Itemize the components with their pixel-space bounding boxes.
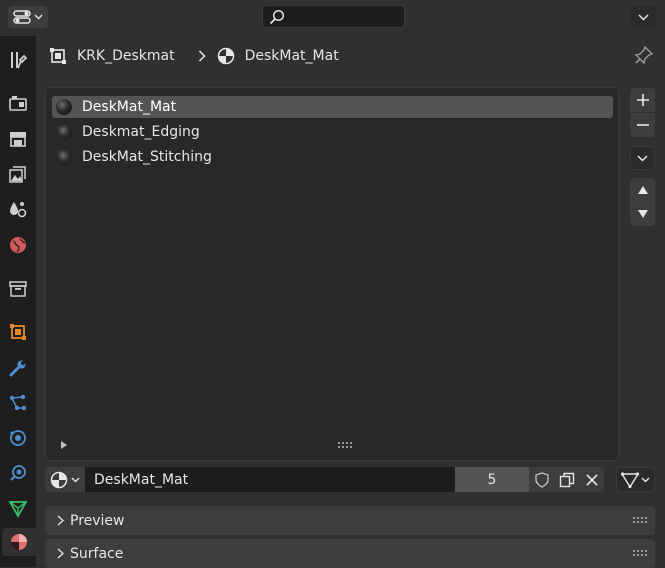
properties-tab-bar (0, 36, 36, 567)
minus-icon (636, 124, 649, 126)
render-icon (9, 96, 27, 111)
chevron-down-icon (71, 477, 80, 482)
mesh-data-icon (8, 501, 28, 518)
tab-output[interactable] (4, 125, 32, 153)
material-preview-icon (56, 99, 72, 115)
shield-icon (534, 471, 549, 488)
tab-collection[interactable] (4, 275, 32, 303)
move-slot-down-button[interactable] (630, 202, 655, 226)
list-item[interactable]: DeskMat_Stitching (52, 146, 613, 168)
search-icon (269, 9, 285, 25)
browse-material-button[interactable] (45, 467, 85, 492)
drag-grip-icon[interactable] (633, 517, 647, 523)
drag-grip-icon[interactable] (633, 550, 647, 556)
triangle-up-icon (637, 186, 648, 194)
slot-specials-button[interactable] (630, 146, 655, 170)
material-icon (50, 471, 68, 488)
chevron-down-icon (34, 14, 43, 20)
physics-icon (10, 430, 26, 446)
tab-data[interactable] (4, 494, 32, 522)
tab-world[interactable] (4, 231, 32, 259)
pin-icon (634, 45, 654, 65)
chevron-down-icon (637, 154, 648, 162)
material-preview-icon (56, 149, 72, 165)
chevron-right-icon (198, 50, 206, 62)
object-icon (50, 48, 66, 64)
user-count-button[interactable]: 5 (455, 467, 529, 492)
panel-title: Surface (70, 545, 124, 562)
move-slot-up-button[interactable] (630, 178, 655, 202)
filter-options-toggle[interactable] (60, 441, 68, 452)
material-preview-icon (56, 124, 72, 140)
node-tree-icon (621, 471, 639, 488)
properties-header-bar (0, 0, 665, 36)
particles-icon (9, 394, 27, 411)
tab-scene[interactable] (4, 195, 32, 223)
slot-name: Deskmat_Edging (82, 124, 200, 140)
tab-particles[interactable] (4, 389, 32, 417)
context-header: KRK_Deskmat DeskMat_Mat (36, 36, 665, 76)
shading-node-menu-button[interactable] (616, 467, 655, 492)
breadcrumb: KRK_Deskmat DeskMat_Mat (49, 47, 339, 65)
remove-slot-button[interactable] (630, 113, 655, 137)
object-icon (10, 324, 26, 340)
view-layer-icon (9, 166, 26, 183)
unlink-material-button[interactable] (579, 467, 604, 492)
tab-constraints[interactable] (4, 459, 32, 487)
tab-object[interactable] (4, 318, 32, 346)
panel-surface-header[interactable]: Surface (45, 539, 655, 568)
close-icon (585, 473, 598, 486)
material-icon (217, 47, 234, 65)
pin-button[interactable] (634, 45, 654, 69)
breadcrumb-object[interactable]: KRK_Deskmat (77, 48, 175, 64)
duplicate-icon (559, 472, 574, 487)
tab-view-layer[interactable] (4, 160, 32, 188)
panel-preview-header[interactable]: Preview (45, 506, 655, 535)
add-slot-button[interactable] (630, 88, 655, 112)
world-icon (10, 237, 26, 253)
scene-icon (10, 202, 27, 218)
list-item[interactable]: DeskMat_Mat (52, 96, 613, 118)
tool-icon (11, 52, 28, 69)
fake-user-button[interactable] (529, 467, 554, 492)
triangle-down-icon (637, 210, 648, 218)
material-name-field[interactable]: DeskMat_Mat (85, 467, 455, 492)
tab-render[interactable] (4, 89, 32, 117)
slot-name: DeskMat_Mat (82, 99, 177, 115)
properties-editor-icon (13, 10, 31, 24)
chevron-down-icon (637, 13, 649, 21)
tab-material[interactable] (2, 528, 36, 556)
tab-tool[interactable] (4, 46, 32, 74)
grip-icon (338, 442, 352, 448)
triangle-right-icon (61, 441, 67, 449)
plus-icon (636, 94, 649, 106)
output-icon (10, 132, 26, 147)
tab-physics[interactable] (4, 424, 32, 452)
chevron-down-icon (641, 477, 650, 482)
material-icon (11, 534, 27, 550)
collection-icon (9, 281, 27, 297)
editor-type-button[interactable] (8, 6, 48, 28)
list-resize-grip[interactable] (338, 437, 352, 452)
constraints-icon (10, 465, 26, 481)
chevron-right-icon (57, 515, 64, 526)
slot-name: DeskMat_Stitching (82, 149, 212, 165)
wrench-icon (9, 360, 26, 377)
material-slot-list[interactable]: DeskMat_Mat Deskmat_Edging DeskMat_Stitc… (45, 87, 619, 461)
list-item[interactable]: Deskmat_Edging (52, 121, 613, 143)
search-field[interactable] (262, 5, 405, 28)
chevron-right-icon (57, 548, 64, 559)
panel-title: Preview (70, 512, 125, 529)
tab-modifiers[interactable] (4, 354, 32, 382)
breadcrumb-material[interactable]: DeskMat_Mat (245, 48, 339, 64)
header-options-button[interactable] (630, 6, 656, 28)
duplicate-material-button[interactable] (554, 467, 579, 492)
